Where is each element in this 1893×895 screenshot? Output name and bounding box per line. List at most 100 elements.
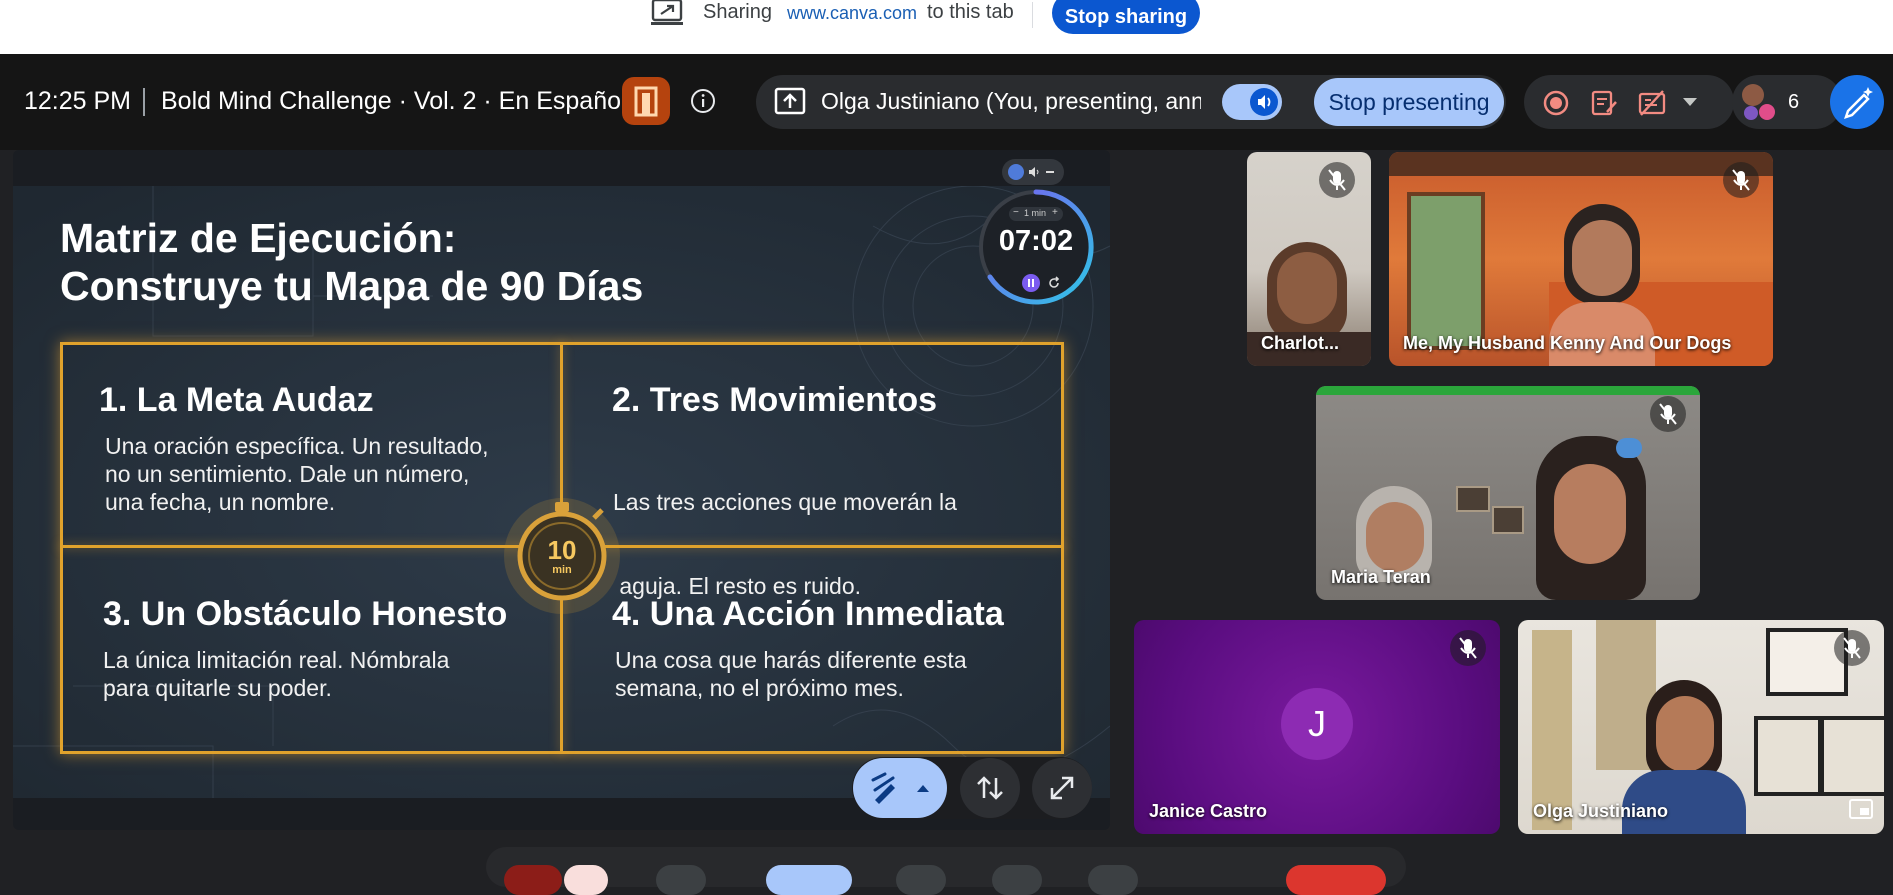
- speaking-indicator: [1316, 386, 1700, 395]
- expand-icon: [1050, 776, 1074, 800]
- mic-options-button[interactable]: [564, 865, 608, 895]
- volume-icon[interactable]: [1027, 165, 1041, 179]
- stopwatch-unit: min: [552, 564, 572, 576]
- participant-video: [1389, 152, 1773, 176]
- magic-pen-icon: [871, 772, 929, 804]
- mic-toggle-button[interactable]: [504, 865, 562, 895]
- slide-title: Matriz de Ejecución: Construye tu Mapa d…: [60, 214, 643, 310]
- draw-tools-button[interactable]: [853, 758, 947, 818]
- participant-name: Olga Justiniano: [1533, 801, 1669, 821]
- quadrant-4-title: 4. Una Acción Inmediata: [612, 595, 1004, 633]
- quadrant-3-body: La única limitación real. Nómbrala para …: [103, 646, 449, 702]
- mic-off-icon: [1319, 162, 1355, 198]
- reset-icon[interactable]: [1046, 275, 1062, 291]
- timer-widget: − 1 min + 07:02: [968, 157, 1108, 317]
- captions-off-icon[interactable]: [1637, 88, 1667, 118]
- quadrant-4-body: Una cosa que harás diferente esta semana…: [615, 646, 967, 702]
- pause-icon[interactable]: [1022, 274, 1040, 292]
- companion-pen-button[interactable]: [1830, 75, 1884, 129]
- participant-tile[interactable]: J Janice Castro: [1134, 620, 1500, 834]
- more-options-button[interactable]: [1088, 865, 1138, 895]
- participant-count: 6: [1788, 91, 1800, 113]
- title-line-2: Construye tu Mapa de 90 Días: [60, 263, 644, 309]
- info-icon[interactable]: [690, 88, 716, 114]
- share-audio-toggle[interactable]: [1222, 84, 1282, 120]
- present-screen-icon: [774, 87, 806, 115]
- participant-tile[interactable]: Me, My Husband Kenny And Our Dogs: [1389, 152, 1773, 366]
- bar-divider: [143, 88, 145, 116]
- participant-avatar: [1744, 106, 1758, 120]
- sharing-label: Sharing: [703, 1, 772, 23]
- arrows-up-down-icon: [977, 776, 1003, 800]
- hand-raise-button[interactable]: [992, 865, 1042, 895]
- participant-video: [1492, 506, 1524, 534]
- fullscreen-button[interactable]: [1032, 758, 1092, 818]
- body-line: una fecha, un nombre.: [105, 489, 336, 515]
- pen-spark-icon: [1844, 87, 1873, 119]
- participant-video: [1572, 220, 1632, 296]
- timer-time: 07:02: [998, 225, 1074, 257]
- minimize-icon[interactable]: [1046, 171, 1054, 173]
- participant-avatar: [1759, 104, 1775, 120]
- notes-icon[interactable]: [1589, 88, 1619, 118]
- body-line: Las tres acciones que moverán la: [613, 489, 957, 515]
- participant-name: Maria Teran: [1331, 567, 1431, 587]
- stopwatch-number: 10: [547, 535, 577, 565]
- presenter-label: Olga Justiniano (You, presenting, ann...: [821, 88, 1201, 114]
- participant-name: Me, My Husband Kenny And Our Dogs: [1403, 333, 1732, 353]
- speaker-icon: [1258, 95, 1271, 109]
- tab-sharing-banner: Sharing www.canva.com to this tab Stop s…: [0, 0, 1893, 54]
- avatar: J: [1281, 688, 1353, 760]
- participant-video: [1456, 486, 1490, 512]
- sharing-suffix: to this tab: [927, 1, 1014, 23]
- leave-call-button[interactable]: [1286, 865, 1386, 895]
- body-line: semana, no el próximo mes.: [615, 675, 904, 701]
- toggle-knob: [1250, 88, 1278, 116]
- breakout-room-icon[interactable]: [622, 77, 670, 125]
- mic-off-icon: [1834, 630, 1870, 666]
- record-icon[interactable]: [1542, 89, 1570, 117]
- title-line-1: Matriz de Ejecución:: [60, 215, 457, 261]
- body-line: no un sentimiento. Dale un número,: [105, 461, 470, 487]
- quadrant-2-title: 2. Tres Movimientos: [612, 381, 937, 419]
- timer-plus[interactable]: +: [1052, 207, 1058, 218]
- stop-sharing-button[interactable]: Stop sharing: [1052, 0, 1200, 34]
- participant-video: [1277, 252, 1337, 324]
- stop-presenting-button[interactable]: Stop presenting: [1314, 78, 1504, 126]
- meeting-controls-bar: [486, 847, 1406, 895]
- camera-button[interactable]: [656, 865, 706, 895]
- participant-video: [1407, 192, 1485, 350]
- participant-video: [1532, 630, 1572, 830]
- body-line: para quitarle su poder.: [103, 675, 332, 701]
- stopwatch-icon: 10 min: [498, 488, 626, 616]
- picture-in-picture-icon[interactable]: [1848, 798, 1874, 820]
- participant-avatar: [1742, 84, 1764, 106]
- participant-video: [1554, 464, 1626, 564]
- body-line: La única limitación real. Nómbrala: [103, 647, 450, 673]
- participant-name: Charlot...: [1261, 333, 1340, 353]
- mic-off-icon: [1450, 630, 1486, 666]
- quadrant-3-title: 3. Un Obstáculo Honesto: [103, 595, 508, 633]
- move-controls-button[interactable]: [960, 758, 1020, 818]
- participant-video: [1754, 716, 1822, 796]
- participant-video: [1366, 502, 1424, 572]
- chevron-down-icon[interactable]: [1681, 96, 1699, 108]
- mic-off-icon: [1650, 396, 1686, 432]
- participant-tile[interactable]: Charlot...: [1247, 152, 1371, 366]
- body-line: Una oración específica. Un resultado,: [105, 433, 489, 459]
- participant-video: [1820, 716, 1884, 796]
- participant-name: Janice Castro: [1149, 801, 1268, 821]
- present-button[interactable]: [766, 865, 852, 895]
- meeting-clock: 12:25 PM: [24, 87, 132, 115]
- reactions-button[interactable]: [896, 865, 946, 895]
- participant-tile[interactable]: Olga Justiniano: [1518, 620, 1884, 834]
- participant-tile[interactable]: Maria Teran: [1316, 386, 1700, 600]
- quadrant-1-body: Una oración específica. Un resultado, no…: [105, 432, 489, 516]
- timer-step-label: 1 min: [1024, 208, 1047, 218]
- body-line: Una cosa que harás diferente esta: [615, 647, 967, 673]
- shared-site-link[interactable]: www.canva.com: [787, 3, 917, 24]
- timer-minus[interactable]: −: [1013, 207, 1019, 218]
- timer-logo-icon: [1008, 164, 1024, 180]
- banner-divider: [1032, 2, 1033, 28]
- door-icon: [634, 86, 658, 117]
